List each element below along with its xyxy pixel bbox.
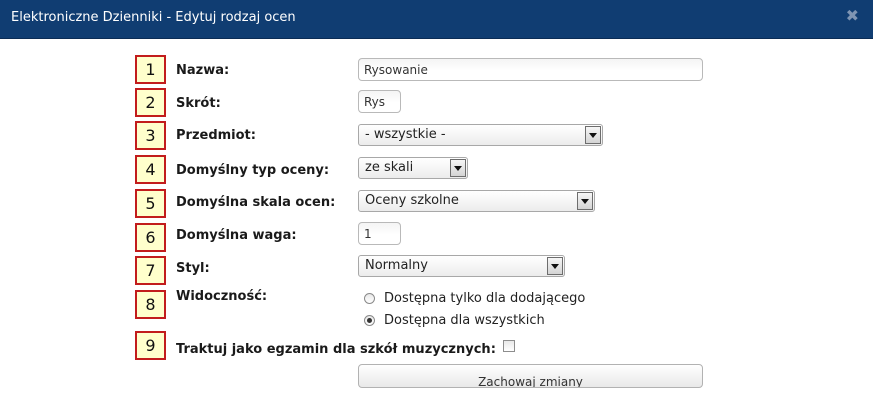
name-input[interactable] [358,58,703,81]
row-number-badge: 7 [135,256,166,285]
save-button[interactable]: Zachowaj zmiany [358,364,703,388]
grade-type-select[interactable]: ze skali [358,157,468,179]
radio-button[interactable] [364,314,375,326]
visibility-option-all[interactable]: Dostępna dla wszystkich [364,311,545,329]
subject-select[interactable]: - wszystkie - [358,124,603,146]
row-number-badge: 3 [135,121,166,150]
grade-type-select-value: ze skali [365,160,414,175]
scale-label: Domyślna skala ocen: [176,195,336,210]
grade-type-label: Domyślny typ oceny: [176,163,330,178]
exam-checkbox[interactable] [503,340,515,352]
weight-label: Domyślna waga: [176,228,297,243]
visibility-option-label: Dostępna tylko dla dodającego [384,290,586,306]
subject-label: Przedmiot: [176,128,256,143]
row-number-badge: 5 [135,189,166,218]
scale-select[interactable]: Oceny szkolne [358,190,595,212]
row-number-badge: 1 [135,55,166,84]
scale-select-value: Oceny szkolne [365,193,459,208]
row-number-badge: 9 [135,331,166,360]
short-label: Skrót: [176,96,221,111]
weight-input[interactable] [358,222,401,245]
exam-label: Traktuj jako egzamin dla szkół muzycznyc… [176,342,496,357]
chevron-down-icon[interactable] [585,126,601,144]
subject-select-value: - wszystkie - [365,127,446,142]
row-number-badge: 2 [135,88,166,117]
style-select[interactable]: Normalny [358,255,565,277]
dialog-titlebar: Elektroniczne Dzienniki - Edytuj rodzaj … [0,0,873,39]
visibility-option-author[interactable]: Dostępna tylko dla dodającego [364,289,585,307]
chevron-down-icon[interactable] [547,257,563,275]
name-label: Nazwa: [176,63,230,78]
visibility-label: Widoczność: [176,289,268,304]
style-label: Styl: [176,261,210,276]
dialog-title: Elektroniczne Dzienniki - Edytuj rodzaj … [11,10,296,25]
visibility-option-label: Dostępna dla wszystkich [384,312,545,328]
row-number-badge: 8 [135,290,166,319]
row-number-badge: 6 [135,223,166,252]
short-input[interactable] [358,90,401,113]
chevron-down-icon[interactable] [450,159,466,177]
chevron-down-icon[interactable] [577,192,593,210]
row-number-badge: 4 [135,155,166,184]
style-select-value: Normalny [365,258,428,273]
radio-button[interactable] [364,292,375,304]
close-icon[interactable]: ✖ [846,8,859,24]
